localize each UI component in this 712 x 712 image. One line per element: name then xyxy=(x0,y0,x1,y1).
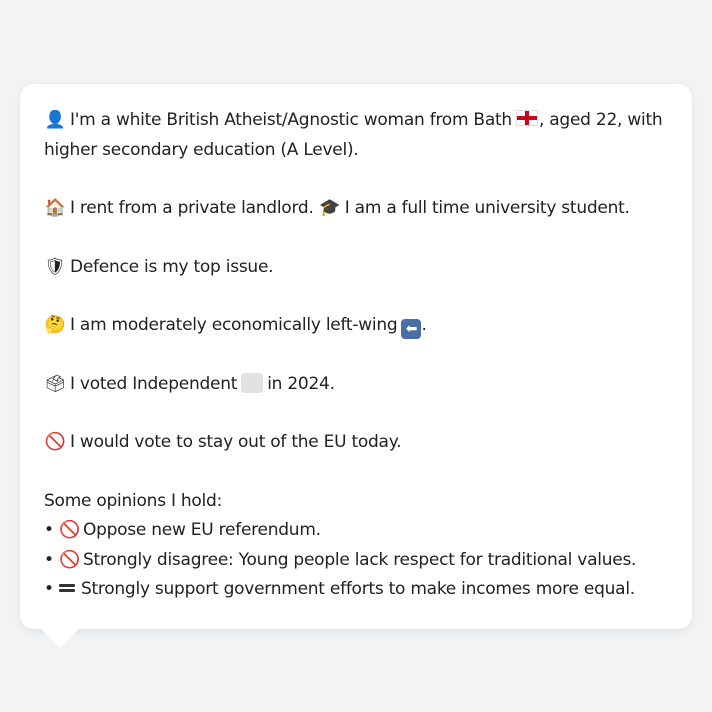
housing-text: I rent from a private landlord. xyxy=(70,198,314,218)
house-icon: 🏠 xyxy=(44,198,66,218)
persona-card: 👤 I'm a white British Atheist/Agnostic wo… xyxy=(20,84,692,629)
england-flag-icon xyxy=(515,110,538,126)
speech-bubble-tail xyxy=(40,628,80,648)
bullet: • xyxy=(44,549,54,570)
prohibited-icon: 🚫 xyxy=(44,432,66,452)
opinion-text: Strongly support government efforts to m… xyxy=(80,579,635,599)
eu-text: I would vote to stay out of the EU today… xyxy=(70,432,402,452)
equals-icon xyxy=(58,583,75,593)
list-item: • 🚫 Oppose new EU referendum. xyxy=(44,516,668,546)
top-issue-text: Defence is my top issue. xyxy=(70,256,274,277)
bullet: • xyxy=(44,579,54,599)
opinions-heading: Some opinions I hold: xyxy=(44,490,223,511)
vote-text-before: I voted Independent xyxy=(70,373,238,394)
party-color-swatch xyxy=(241,372,264,393)
top-issue-line: 🛡 Defence is my top issue. xyxy=(44,253,668,283)
intro-text: I'm a white British Atheist/Agnostic wom… xyxy=(70,110,512,130)
thinking-face-icon: 🤔 xyxy=(44,315,66,335)
prohibited-icon: 🚫 xyxy=(58,549,80,570)
economics-text: I am moderately economically left-wing xyxy=(70,315,398,335)
list-item: • Strongly support government efforts to… xyxy=(44,575,668,605)
left-arrow-icon: ⬅ xyxy=(401,319,422,339)
economics-line: 🤔 I am moderately economically left-wing ⬅… xyxy=(44,311,668,341)
opinion-text: Oppose new EU referendum. xyxy=(82,520,321,540)
housing-line: 🏠 I rent from a private landlord. 🎓 I am a… xyxy=(44,194,668,224)
intro-text-after-flag: , aged 22, with xyxy=(538,110,663,130)
list-item: • 🚫 Strongly disagree: Young people lack … xyxy=(44,546,668,576)
opinion-text: Strongly disagree: Young people lack res… xyxy=(82,549,637,570)
economics-trailing: . xyxy=(421,315,427,335)
eu-line: 🚫 I would vote to stay out of the EU toda… xyxy=(44,428,668,458)
ballot-box-icon: 🗳 xyxy=(44,373,66,394)
vote-text-after: in 2024. xyxy=(267,373,335,394)
intro-continuation: higher secondary education (A Level). xyxy=(44,139,359,160)
occupation-text: I am a full time university student. xyxy=(344,198,630,218)
graduation-cap-icon: 🎓 xyxy=(319,198,341,218)
prohibited-icon: 🚫 xyxy=(58,520,80,540)
vote-line: 🗳 I voted Independent in 2024. xyxy=(44,370,668,400)
shield-icon: 🛡 xyxy=(44,256,66,277)
person-silhouette-icon: 👤 xyxy=(44,110,66,130)
bullet: • xyxy=(44,520,54,540)
intro-line: 👤 I'm a white British Atheist/Agnostic wo… xyxy=(44,106,668,136)
